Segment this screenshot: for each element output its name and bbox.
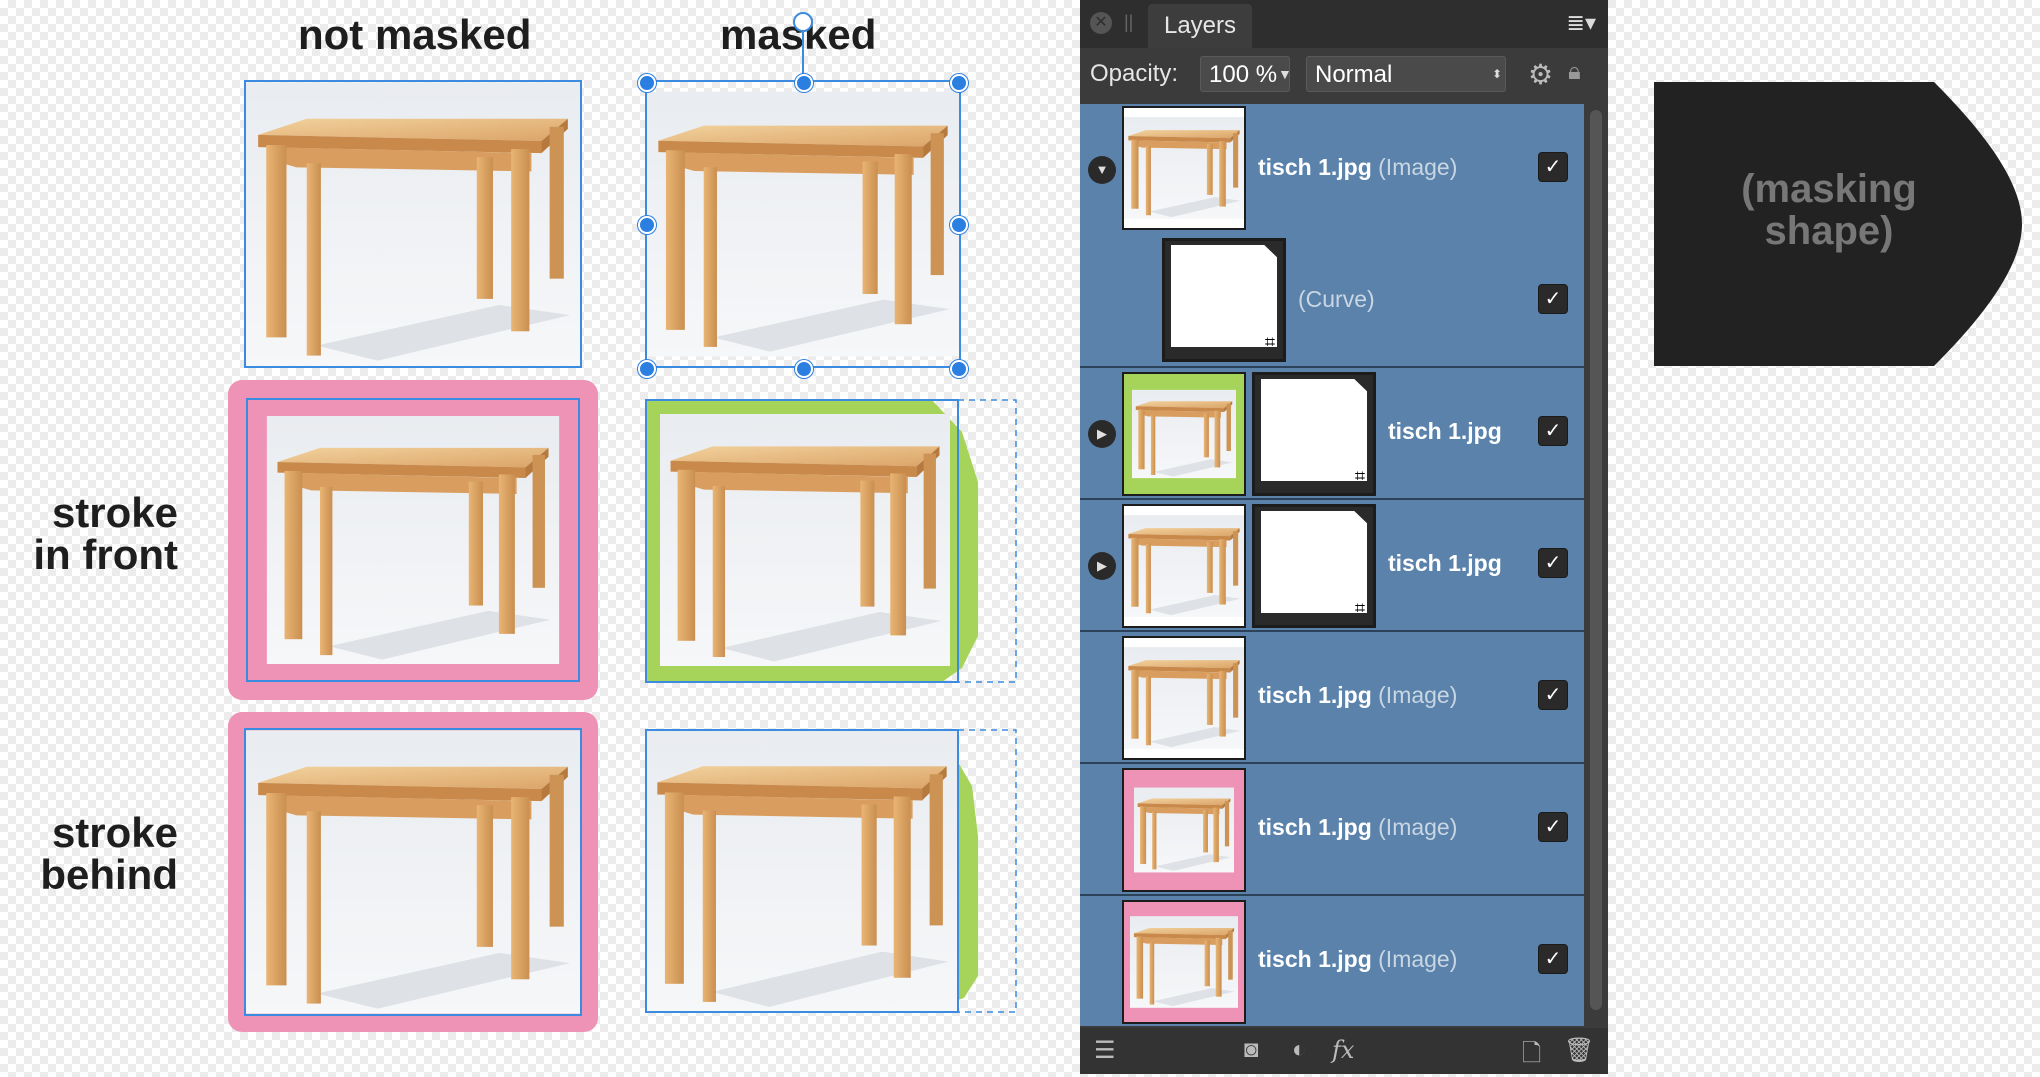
- row-label-stroke-behind: stroke behind: [0, 812, 178, 896]
- selection-handle-tr[interactable]: [950, 74, 968, 92]
- masking-shape-label: (masking shape): [1741, 167, 1917, 253]
- selection-handle-tc[interactable]: [795, 74, 813, 92]
- image-unmasked-plain[interactable]: [244, 80, 582, 368]
- table-image: [647, 82, 959, 366]
- rotation-handle[interactable]: [793, 12, 813, 32]
- layer-name: tisch 1.jpg (Image): [1258, 682, 1458, 708]
- layer-name: tisch 1.jpg (Image): [1258, 946, 1458, 972]
- layer-row-child[interactable]: ⌗ (Curve) ✓: [1080, 236, 1584, 368]
- image-unmasked-stroke-front[interactable]: [228, 380, 598, 700]
- layer-thumbnail: [1122, 636, 1246, 760]
- layer-row[interactable]: ▶ ⌗ tisch 1.jpg ✓: [1080, 368, 1584, 500]
- layer-row[interactable]: tisch 1.jpg (Image) ✓: [1080, 764, 1584, 896]
- layer-row[interactable]: ▼ tisch 1.jpg (Image) ✓: [1080, 104, 1584, 236]
- curve-thumbnail: ⌗: [1162, 238, 1286, 362]
- row-label-stroke-in-front: stroke in front: [0, 492, 178, 576]
- masking-shape[interactable]: (masking shape): [1654, 82, 2024, 366]
- selection-handle-mr[interactable]: [950, 216, 968, 234]
- layer-thumbnail: [1122, 900, 1246, 1024]
- layer-type: (Curve): [1298, 286, 1375, 312]
- opacity-label: Opacity:: [1090, 60, 1179, 87]
- lock-icon[interactable]: 🔒︎: [1568, 58, 1581, 86]
- crop-icon: ⌗: [1354, 598, 1365, 618]
- layer-name: tisch 1.jpg (Image): [1258, 814, 1458, 840]
- visibility-checkbox[interactable]: ✓: [1538, 680, 1568, 710]
- row-label-line-2: in front: [33, 531, 178, 578]
- image-masked-stroke-front[interactable]: [642, 396, 1022, 686]
- layer-thumbnail: [1122, 106, 1246, 230]
- column-heading-not-masked: not masked: [298, 11, 532, 58]
- visibility-checkbox[interactable]: ✓: [1538, 944, 1568, 974]
- selection-handle-br[interactable]: [950, 360, 968, 378]
- layers-panel: ✕ || Layers ≣▾ Opacity: 100 % ▼ Normal ⬍…: [1080, 0, 1608, 1074]
- visibility-checkbox[interactable]: ✓: [1538, 548, 1568, 578]
- fx-icon[interactable]: fx: [1332, 1036, 1354, 1064]
- layers-stack-icon[interactable]: ☰: [1094, 1036, 1116, 1065]
- table-image: [246, 82, 580, 366]
- close-icon[interactable]: ✕: [1090, 12, 1112, 34]
- layer-name: tisch 1.jpg (Image): [1258, 154, 1458, 180]
- layer-list: ▼ tisch 1.jpg (Image) ✓ ⌗ (Curve) ✓ ▶ ⌗ …: [1080, 104, 1584, 1026]
- panel-title-bar: ✕ || Layers ≣▾: [1080, 0, 1608, 48]
- image-unmasked-stroke-behind[interactable]: [228, 712, 598, 1032]
- image-masked-plain[interactable]: [645, 80, 961, 368]
- visibility-checkbox[interactable]: ✓: [1538, 812, 1568, 842]
- table-image: [264, 416, 562, 664]
- mask-layer-icon[interactable]: ◙: [1244, 1036, 1259, 1064]
- layer-row[interactable]: ▶ ⌗ tisch 1.jpg ✓: [1080, 500, 1584, 632]
- table-image: [246, 730, 580, 1014]
- visibility-checkbox[interactable]: ✓: [1538, 152, 1568, 182]
- layer-thumbnail: [1122, 504, 1246, 628]
- layer-toolbar: Opacity: 100 % ▼ Normal ⬍ ⚙ 🔒︎: [1080, 50, 1608, 100]
- layer-row[interactable]: tisch 1.jpg (Image) ✓: [1080, 896, 1584, 1026]
- crop-icon: ⌗: [1354, 466, 1365, 486]
- grip-icon[interactable]: ||: [1124, 12, 1133, 33]
- layer-name: tisch 1.jpg: [1388, 550, 1502, 576]
- selection-handle-tl[interactable]: [638, 74, 656, 92]
- adjustment-icon[interactable]: ◐: [1292, 1036, 1307, 1064]
- visibility-checkbox[interactable]: ✓: [1538, 284, 1568, 314]
- image-masked-stroke-behind[interactable]: [642, 726, 1022, 1016]
- expand-triangle-right-icon[interactable]: ▶: [1088, 420, 1116, 448]
- selection-handle-ml[interactable]: [638, 216, 656, 234]
- chevron-down-icon[interactable]: ▼: [1278, 56, 1292, 92]
- panel-menu-icon[interactable]: ≣▾: [1567, 10, 1596, 36]
- row-label-line-1: stroke: [51, 489, 178, 536]
- layer-name: tisch 1.jpg: [1388, 418, 1502, 444]
- layer-thumbnail: [1122, 768, 1246, 892]
- layer-thumbnail: [1122, 372, 1246, 496]
- selection-handle-bc[interactable]: [795, 360, 813, 378]
- tab-layers[interactable]: Layers: [1148, 4, 1252, 48]
- mask-thumbnail: ⌗: [1252, 504, 1376, 628]
- selection-handle-bl[interactable]: [638, 360, 656, 378]
- new-layer-icon[interactable]: 🗋︎: [1522, 1036, 1541, 1077]
- blend-mode-select[interactable]: Normal: [1306, 56, 1506, 92]
- visibility-checkbox[interactable]: ✓: [1538, 416, 1568, 446]
- updown-arrows-icon[interactable]: ⬍: [1492, 56, 1502, 92]
- scrollbar-thumb[interactable]: [1590, 110, 1602, 1010]
- mask-thumbnail: ⌗: [1252, 372, 1376, 496]
- expand-triangle-right-icon[interactable]: ▶: [1088, 552, 1116, 580]
- opacity-input[interactable]: 100 %: [1200, 56, 1290, 92]
- trash-icon[interactable]: 🗑︎: [1564, 1036, 1594, 1065]
- crop-icon: ⌗: [1264, 332, 1275, 352]
- row-label-line-1: stroke: [51, 809, 178, 856]
- gear-icon[interactable]: ⚙: [1528, 58, 1553, 91]
- row-label-line-2: behind: [40, 851, 178, 898]
- panel-bottom-bar: ☰ ◙ ◐ fx 🗋︎ 🗑︎: [1080, 1028, 1608, 1074]
- expand-triangle-down-icon[interactable]: ▼: [1088, 156, 1116, 184]
- layer-row[interactable]: tisch 1.jpg (Image) ✓: [1080, 632, 1584, 764]
